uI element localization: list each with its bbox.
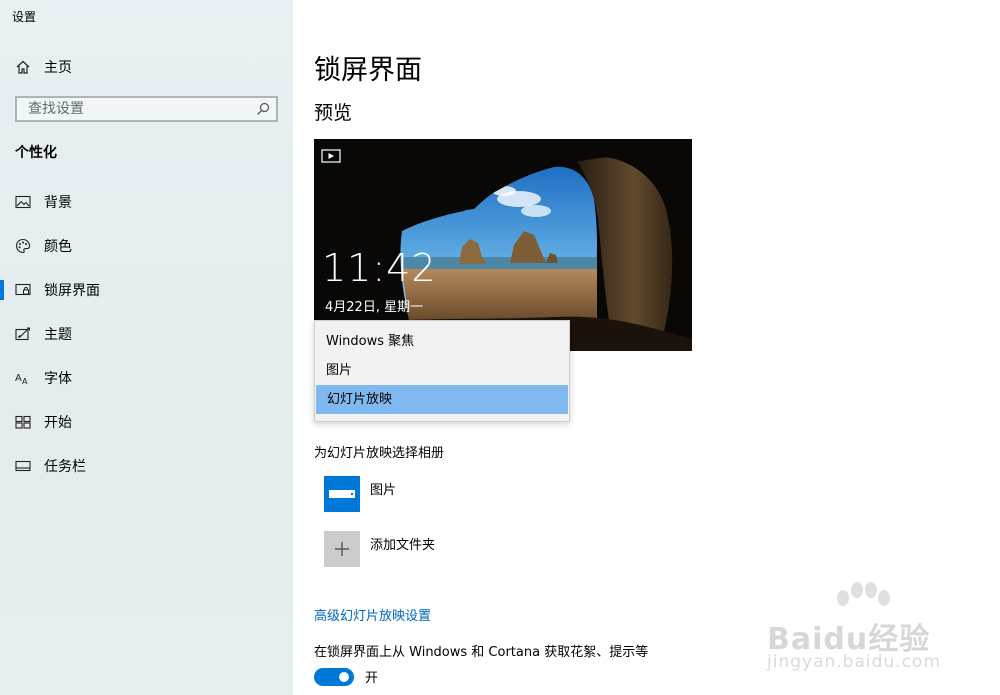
toggle-state-label: 开 [365,671,379,686]
plus-icon [324,531,360,567]
sidebar-item-label: 字体 [44,371,72,387]
search-input[interactable] [26,100,256,118]
watermark-url: jingyan.baidu.com [767,652,941,672]
search-icon[interactable] [256,102,270,116]
theme-icon [14,325,32,343]
sidebar-item-label: 主题 [44,327,72,343]
page-title: 锁屏界面 [314,55,422,86]
lock-screen-icon [14,281,32,299]
app-title: 设置 [12,10,37,24]
preview-clock: 11:42 [322,246,437,290]
sidebar-item-lock-screen[interactable]: 锁屏界面 [0,268,293,312]
folder-icon [324,476,360,512]
taskbar-icon [14,457,32,475]
toggle-knob [339,671,349,682]
home-icon [14,58,32,76]
section-title: 个性化 [15,145,57,161]
search-box[interactable] [15,96,278,122]
slideshow-icon [321,148,341,167]
background-dropdown-list: Windows 聚焦 图片 幻灯片放映 [314,320,570,422]
toggle-switch[interactable] [314,667,354,686]
album-section-label: 为幻灯片放映选择相册 [314,446,445,461]
album-pictures[interactable]: 图片 [324,476,396,512]
home-nav-item[interactable]: 主页 [14,56,72,78]
option-slideshow[interactable]: 幻灯片放映 [316,385,568,414]
sidebar-item-label: 背景 [44,195,72,211]
add-folder-button[interactable]: 添加文件夹 [324,531,435,567]
sidebar-item-background[interactable]: 背景 [0,180,293,224]
option-picture[interactable]: 图片 [315,356,569,385]
svg-text:A: A [22,377,28,385]
preview-date: 4月22日, 星期一 [325,300,424,315]
preview-heading: 预览 [314,102,353,124]
sidebar-item-taskbar[interactable]: 任务栏 [0,444,293,488]
album-label: 图片 [370,483,397,498]
svg-text:A: A [15,373,22,384]
add-folder-label: 添加文件夹 [370,538,436,553]
home-label: 主页 [44,60,72,76]
settings-window: 设置 主页 个性化 背景 [0,0,1000,695]
sidebar-item-label: 开始 [44,415,72,431]
option-windows-spotlight[interactable]: Windows 聚焦 [315,327,569,356]
sidebar-item-colors[interactable]: 颜色 [0,224,293,268]
sidebar-item-label: 颜色 [44,239,72,255]
font-icon: AA [14,369,32,387]
sidebar-item-label: 任务栏 [44,459,86,475]
sidebar-item-label: 锁屏界面 [44,283,100,299]
fun-facts-label: 在锁屏界面上从 Windows 和 Cortana 获取花絮、提示等 [314,645,649,660]
baidu-watermark: Baidu经验 jingyan.baidu.com [765,580,950,680]
sidebar: 设置 主页 个性化 背景 [0,0,293,695]
sidebar-item-fonts[interactable]: AA 字体 [0,356,293,400]
sidebar-item-themes[interactable]: 主题 [0,312,293,356]
personalization-nav: 背景 颜色 锁屏界面 主题 A A 字体 开始 任务栏 [0,180,293,488]
sidebar-item-start[interactable]: 开始 [0,400,293,444]
advanced-slideshow-settings-link[interactable]: 高级幻灯片放映设置 [314,605,431,624]
palette-icon [14,237,32,255]
fun-facts-toggle[interactable]: 开 [314,667,378,686]
start-icon [14,413,32,431]
picture-icon [14,193,32,211]
